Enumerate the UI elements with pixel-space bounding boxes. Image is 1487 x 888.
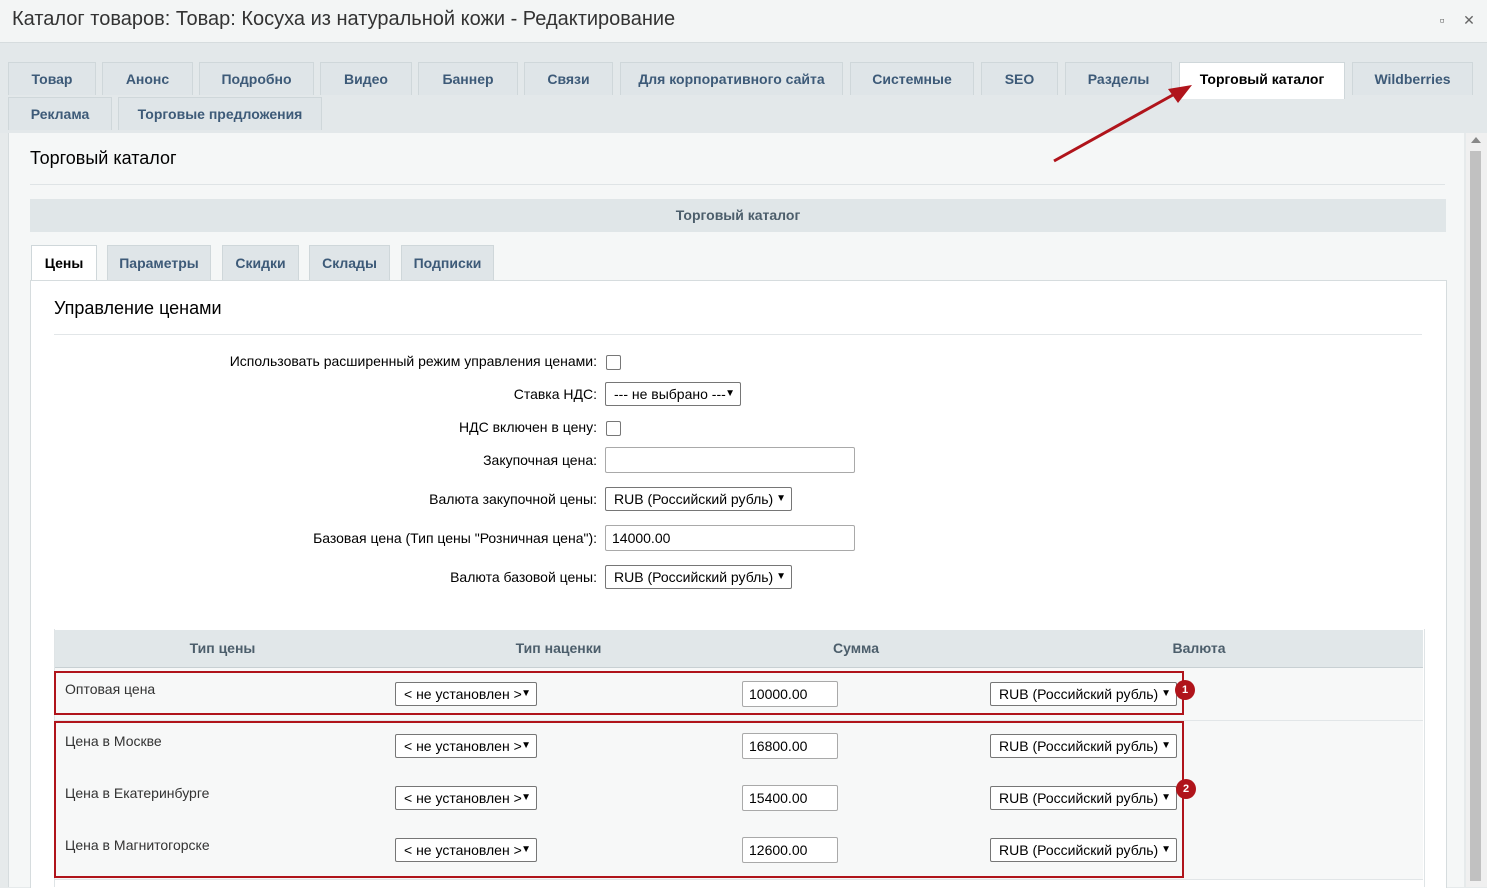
chevron-down-icon: ▼ [725, 388, 735, 399]
purchase-currency-label: Валюта закупочной цены: [429, 491, 597, 507]
annotation-arrow-icon [1053, 85, 1192, 163]
tab-wildberries[interactable]: Wildberries [1352, 62, 1473, 95]
close-icon[interactable]: ✕ [1461, 12, 1477, 28]
vat-rate-label: Ставка НДС: [513, 386, 597, 402]
base-price-input[interactable]: 14000.00 [605, 525, 855, 551]
subtab-subscriptions[interactable]: Подписки [401, 245, 494, 280]
advanced-mode-label: Использовать расширенный режим управлени… [229, 353, 597, 369]
panel-title: Управление ценами [54, 298, 222, 318]
tab-video[interactable]: Видео [320, 62, 412, 95]
tab-offers[interactable]: Торговые предложения [118, 97, 322, 130]
tab-system[interactable]: Системные [850, 62, 974, 95]
main-tabs: Товар Анонс Подробно Видео Баннер Связи … [0, 43, 1487, 133]
restore-icon[interactable]: ▫ [1434, 12, 1450, 28]
chevron-down-icon: ▼ [776, 571, 786, 582]
advanced-mode-checkbox[interactable] [606, 355, 621, 370]
window-title: Каталог товаров: Товар: Косуха из натура… [12, 8, 676, 30]
annotation-badge-1: 1 [1175, 680, 1195, 700]
tab-preview[interactable]: Анонс [102, 62, 193, 95]
tab-detail[interactable]: Подробно [199, 62, 314, 95]
vertical-scrollbar[interactable] [1466, 133, 1487, 887]
vat-rate-value: --- не выбрано --- [614, 386, 726, 402]
tab-trade-catalog[interactable]: Торговый каталог [1179, 62, 1345, 99]
tab-product[interactable]: Товар [8, 62, 96, 95]
section-header: Торговый каталог [30, 199, 1446, 232]
tab-banner[interactable]: Баннер [418, 62, 518, 95]
window-titlebar: Каталог товаров: Товар: Косуха из натура… [0, 0, 1487, 43]
annotation-badge-2: 2 [1176, 779, 1196, 799]
divider [54, 334, 1422, 335]
base-currency-label: Валюта базовой цены: [450, 569, 597, 585]
purchase-currency-value: RUB (Российский рубль) [614, 491, 774, 507]
subtab-prices[interactable]: Цены [31, 245, 97, 282]
highlight-box-1 [54, 671, 1184, 715]
highlight-box-2 [54, 721, 1184, 878]
base-currency-value: RUB (Российский рубль) [614, 569, 774, 585]
tab-links[interactable]: Связи [524, 62, 613, 95]
subtab-parameters[interactable]: Параметры [107, 245, 211, 280]
subtab-warehouses[interactable]: Склады [309, 245, 390, 280]
chevron-down-icon: ▼ [776, 493, 786, 504]
scroll-up-icon[interactable] [1471, 137, 1481, 143]
vat-included-checkbox[interactable] [606, 421, 621, 436]
col-currency: Валюта [1172, 640, 1226, 656]
purchase-price-label: Закупочная цена: [483, 452, 597, 468]
purchase-price-input[interactable] [605, 447, 855, 473]
base-currency-select[interactable]: RUB (Российский рубль) ▼ [605, 565, 792, 589]
col-price-type: Тип цены [189, 640, 256, 656]
col-sum: Сумма [832, 640, 880, 656]
divider [30, 184, 1445, 185]
purchase-currency-select[interactable]: RUB (Российский рубль) ▼ [605, 487, 792, 511]
vat-included-label: НДС включен в цену: [459, 419, 597, 435]
base-price-label: Базовая цена (Тип цены "Розничная цена")… [313, 530, 597, 546]
vat-rate-select[interactable]: --- не выбрано --- ▼ [605, 382, 741, 406]
scrollbar-thumb[interactable] [1470, 151, 1481, 881]
col-markup-type: Тип наценки [515, 640, 602, 656]
tab-corporate[interactable]: Для корпоративного сайта [620, 62, 843, 95]
subtab-discounts[interactable]: Скидки [222, 245, 299, 280]
tab-ads[interactable]: Реклама [8, 97, 112, 130]
section-title: Торговый каталог [30, 148, 177, 168]
